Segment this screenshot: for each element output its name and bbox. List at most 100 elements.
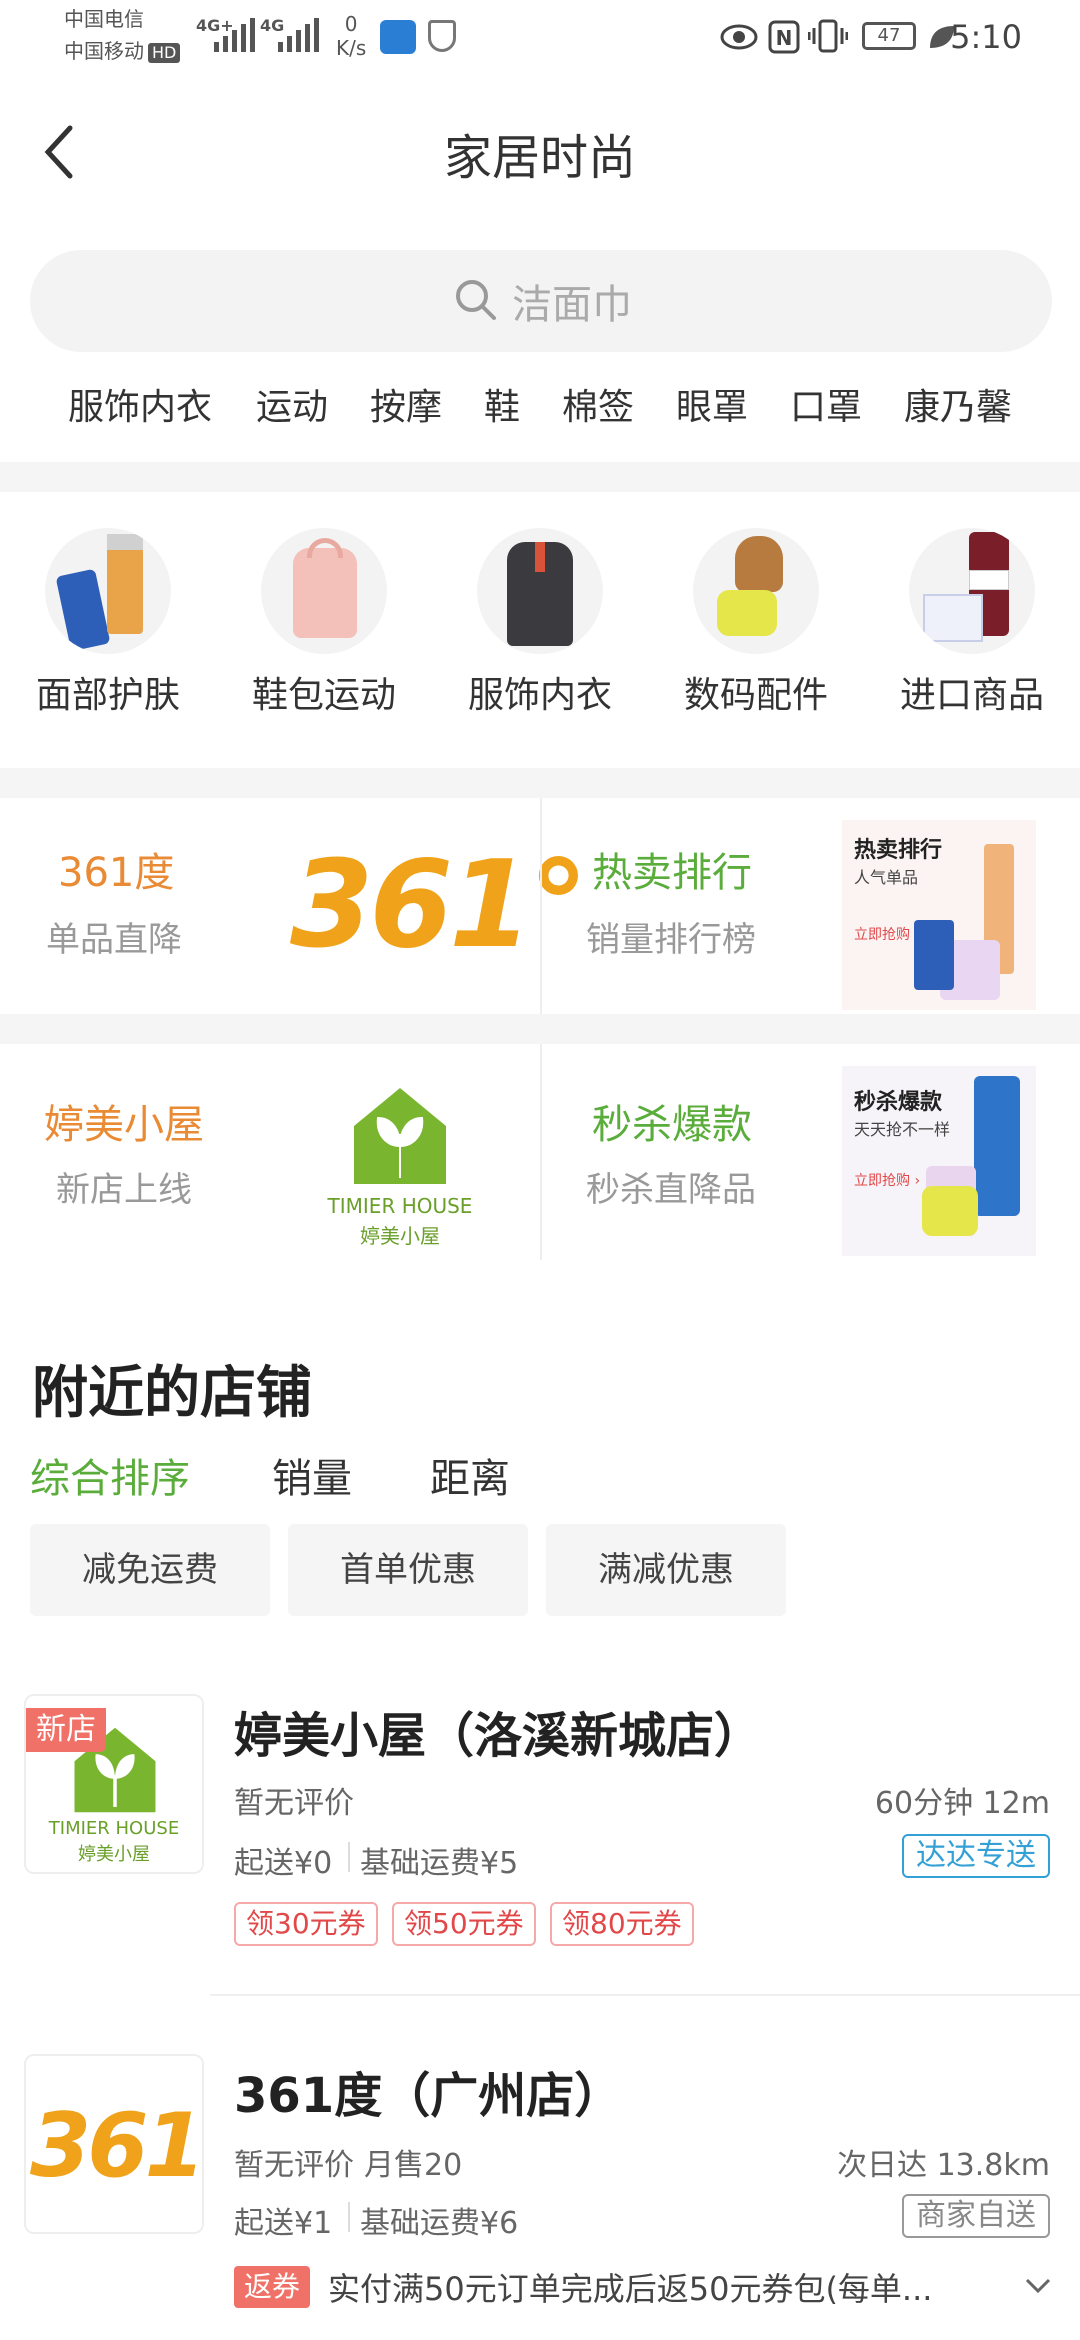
category-tab[interactable]: 鞋 [484, 378, 520, 430]
promo-title: 热卖排行 [592, 850, 752, 896]
app-notification-icon [380, 20, 416, 54]
network-speed: 0 K/s [336, 12, 366, 60]
shop-delivery-fee: 基础运费¥5 [360, 1846, 519, 1881]
category-tab[interactable]: 按摩 [370, 378, 442, 430]
promo-subtitle: 新店上线 [56, 1170, 192, 1210]
search-placeholder: 洁面巾 [512, 282, 632, 328]
skincare-icon [45, 528, 171, 654]
speed-unit: K/s [336, 36, 367, 60]
coupon-tag[interactable]: 领30元券 [234, 1902, 378, 1946]
hot-ranking-image: 热卖排行 人气单品 立即抢购 › [842, 820, 1036, 1010]
eye-icon [720, 24, 758, 50]
nav-label: 服饰内衣 [467, 675, 612, 716]
promo-subtitle: 销量排行榜 [586, 920, 756, 960]
chevron-down-icon[interactable] [1024, 2276, 1052, 2296]
carrier-2-label: 中国移动 [64, 39, 144, 63]
carrier-2: 中国移动 HD [64, 38, 181, 64]
logo-text-en: TIMIER HOUSE [327, 1194, 473, 1218]
speaker-icon [693, 528, 819, 654]
nav-item-skincare[interactable]: 面部护肤 [8, 528, 208, 718]
page-title: 家居时尚 [443, 130, 636, 186]
image-cta: 立即抢购 › [854, 927, 921, 943]
shop-min-order: 起送¥0 [234, 1846, 333, 1881]
signal-icon-1 [214, 18, 255, 52]
category-tab[interactable]: 口罩 [790, 378, 862, 430]
shop-min-order: 起送¥1 [234, 2206, 333, 2241]
promo-description: 实付满50元订单完成后返50元券包(每单... [328, 2270, 933, 2308]
shield-icon [428, 20, 456, 52]
sort-option-distance[interactable]: 距离 [430, 1446, 510, 1504]
flash-sale-image: 秒杀爆款 天天抢不一样 立即抢购 › [842, 1066, 1036, 1256]
meta-divider [348, 1842, 350, 1872]
timier-house-logo: TIMIER HOUSE 婷美小屋 [310, 1086, 490, 1248]
filter-chip-free-delivery[interactable]: 减免运费 [30, 1524, 270, 1616]
logo-text-en: TIMIER HOUSE [48, 1818, 180, 1839]
image-title: 秒杀爆款 [854, 1090, 943, 1115]
section-divider [0, 768, 1080, 798]
shop-name: 361度（广州店） [234, 2068, 623, 2124]
shop-name: 婷美小屋（洛溪新城店） [234, 1708, 763, 1764]
svg-text:N: N [776, 26, 793, 50]
shop-monthly-sales: 月售20 [364, 2148, 463, 2183]
nav-item-digital[interactable]: 数码配件 [656, 528, 856, 718]
image-title: 热卖排行 [854, 838, 943, 863]
nav-label: 进口商品 [899, 675, 1044, 716]
promo-title: 361度 [58, 850, 175, 896]
nav-label: 面部护肤 [35, 675, 180, 716]
meta-divider [348, 2202, 350, 2232]
section-divider [0, 1014, 1080, 1044]
promo-subtitle: 秒杀直降品 [586, 1170, 756, 1210]
coupon-tag[interactable]: 领80元券 [550, 1902, 694, 1946]
category-tab[interactable]: 运动 [256, 378, 328, 430]
list-divider [210, 1994, 1080, 1996]
logo-text-cn: 婷美小屋 [78, 1844, 150, 1865]
nav-item-import[interactable]: 进口商品 [872, 528, 1072, 718]
section-divider [0, 462, 1080, 492]
jacket-icon [477, 528, 603, 654]
search-icon [456, 280, 496, 320]
shop-logo: 361° [24, 2054, 204, 2234]
battery-icon: 47 [862, 22, 916, 50]
promo-title: 秒杀爆款 [592, 1102, 752, 1148]
category-tab[interactable]: 眼罩 [676, 378, 748, 430]
image-cta: 立即抢购 › [854, 1173, 921, 1189]
carrier-1: 中国电信 [64, 7, 144, 31]
return-coupon-badge: 返券 [234, 2266, 311, 2308]
sort-option-sales[interactable]: 销量 [272, 1446, 352, 1504]
shop-time-distance: 60分钟 12m [874, 1786, 1050, 1821]
logo-text-cn: 婷美小屋 [360, 1224, 440, 1248]
shop-rating: 暂无评价 [234, 1786, 354, 1821]
new-shop-badge: 新店 [26, 1708, 106, 1752]
category-tab[interactable]: 服饰内衣 [68, 378, 212, 430]
shop-rating: 暂无评价 [234, 2148, 354, 2183]
vibrate-icon [808, 19, 848, 53]
nav-item-bags-sports[interactable]: 鞋包运动 [224, 528, 424, 718]
category-tab[interactable]: 康乃馨 [904, 378, 1012, 430]
delivery-type-tag: 商家自送 [902, 2194, 1050, 2238]
nearby-shops-title: 附近的店铺 [32, 1361, 312, 1426]
import-goods-icon [909, 528, 1035, 654]
nav-label: 数码配件 [683, 675, 828, 716]
shop-time-distance: 次日达 13.8km [837, 2148, 1050, 2183]
backpack-icon [261, 528, 387, 654]
shop-logo: TIMIER HOUSE 婷美小屋 新店 [24, 1694, 204, 1874]
category-tab[interactable]: 棉签 [562, 378, 634, 430]
nav-label: 鞋包运动 [251, 675, 396, 716]
status-bar: 中国电信 中国移动 HD 4G+ 4G 0 K/s N 47 5:10 [0, 0, 1080, 80]
sort-option-default[interactable]: 综合排序 [30, 1446, 190, 1504]
signal-icon-2 [278, 18, 319, 52]
coupon-tag[interactable]: 领50元券 [392, 1902, 536, 1946]
image-subtitle: 人气单品 [854, 868, 919, 887]
speed-value: 0 [344, 12, 358, 36]
nfc-icon: N [768, 20, 800, 54]
image-subtitle: 天天抢不一样 [854, 1120, 951, 1139]
shop-delivery-fee: 基础运费¥6 [360, 2206, 519, 2241]
logo-text: 361° [30, 2094, 202, 2197]
filter-chip-first-order[interactable]: 首单优惠 [288, 1524, 528, 1616]
delivery-type-tag: 达达专送 [902, 1834, 1050, 1878]
nav-item-apparel[interactable]: 服饰内衣 [440, 528, 640, 718]
promo-subtitle: 单品直降 [46, 920, 182, 960]
promo-title: 婷美小屋 [44, 1102, 204, 1148]
filter-chip-discount[interactable]: 满减优惠 [546, 1524, 786, 1616]
category-tabs: 服饰内衣 运动 按摩 鞋 棉签 眼罩 口罩 康乃馨 [0, 378, 1080, 438]
